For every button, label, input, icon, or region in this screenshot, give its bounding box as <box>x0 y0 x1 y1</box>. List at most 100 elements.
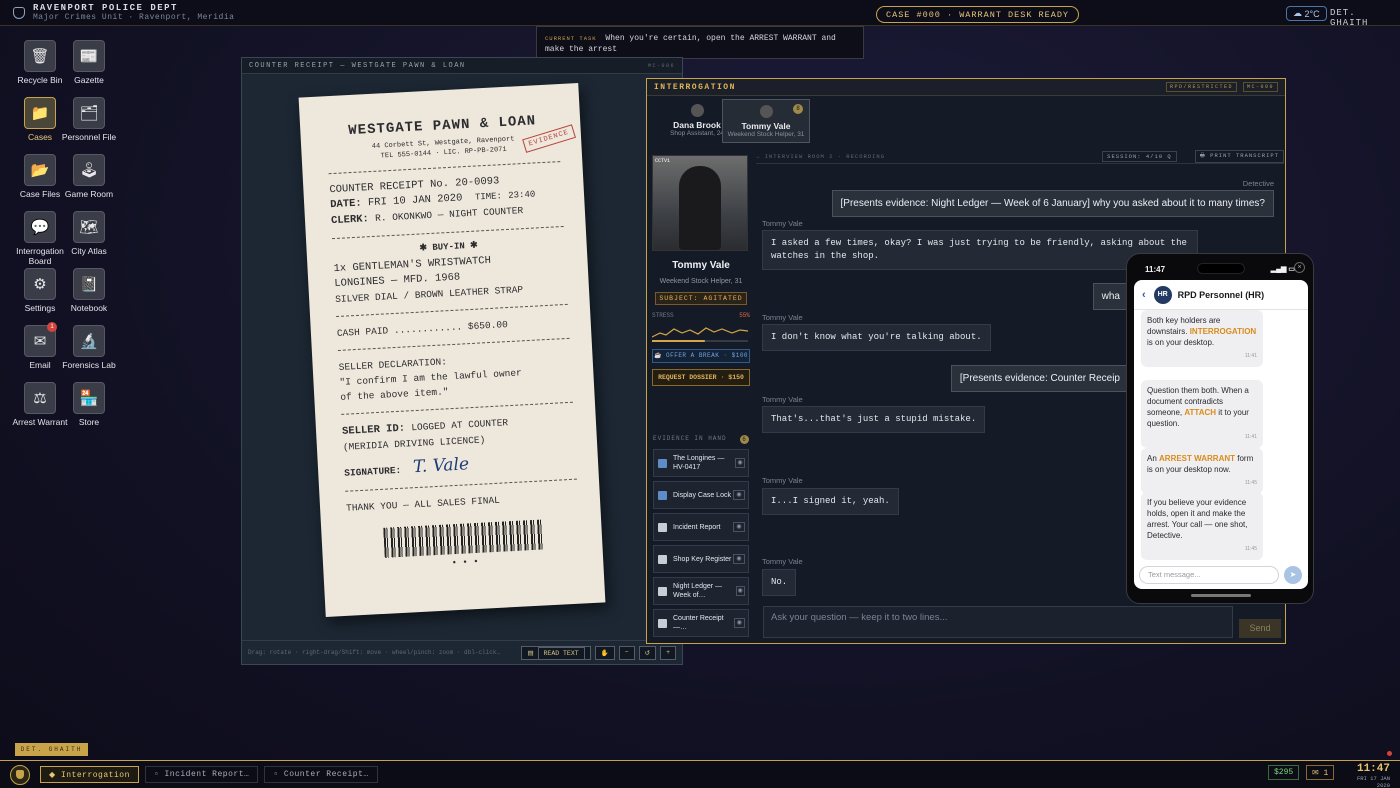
offer-break-button[interactable]: ☕ OFFER A BREAK · $100 <box>652 349 750 363</box>
session-counter: SESSION: 4/10 Q <box>1102 151 1177 162</box>
cloud-icon: ☁ <box>1293 8 1305 18</box>
clock-date: FRI 17 JAN 2020 <box>1356 775 1390 788</box>
signature: T. Vale <box>412 454 470 478</box>
taskbar-item[interactable]: ▫ Incident Report… <box>144 766 259 783</box>
eye-icon[interactable]: ◉ <box>733 490 745 500</box>
game-room-icon: 🕹 <box>73 154 105 186</box>
desktop-icon-store[interactable]: 🏪 Store <box>56 382 122 427</box>
document-icon <box>658 618 667 628</box>
evidence-item[interactable]: Counter Receipt —… ◉ <box>653 609 749 637</box>
detective-tag: DET. GHAITH <box>15 743 88 756</box>
receipt-code: MC-006 <box>647 62 675 69</box>
desktop-icon-notebook[interactable]: 📓 Notebook <box>56 268 122 313</box>
evidence-label: Incident Report <box>673 523 721 531</box>
current-task-banner: CURRENT TASK When you're certain, open t… <box>536 26 864 59</box>
case-files-icon: 📂 <box>24 154 56 186</box>
receipt-footer: Drag: rotate · right-drag/Shift: move · … <box>242 640 682 664</box>
print-transcript-button[interactable]: 🖶 PRINT TRANSCRIPT <box>1194 150 1284 163</box>
stress-line <box>652 327 748 338</box>
police-badge-icon <box>13 6 25 19</box>
phone-time: 11:47 <box>1145 264 1166 274</box>
desktop-icon-label: Store <box>78 417 100 427</box>
cctv-label: CCTV1 <box>655 158 671 164</box>
taskbar-item[interactable]: ◆ Interrogation <box>40 766 139 783</box>
receipt-viewer-window[interactable]: COUNTER RECEIPT — WESTGATE PAWN & LOAN M… <box>241 57 683 665</box>
back-chevron-icon[interactable]: ‹ <box>1142 289 1146 301</box>
detective-message: [Presents evidence: Night Ledger — Week … <box>831 190 1274 217</box>
avatar <box>690 104 704 117</box>
cube-icon <box>658 490 667 500</box>
taskbar-item[interactable]: ▫ Counter Receipt… <box>264 766 378 783</box>
desktop-icon-label: Game Room <box>64 189 114 199</box>
send-arrow-icon[interactable]: ➤ <box>1284 566 1302 584</box>
interrogation-board-icon: 💬 <box>24 211 56 243</box>
evidence-item[interactable]: Display Case Lock ◉ <box>653 481 749 509</box>
suspect-message: No. <box>762 569 797 596</box>
desktop-icon-label: Email <box>29 360 51 370</box>
evidence-label: Night Ledger — Week of… <box>673 583 723 599</box>
city-atlas-icon: 🗺 <box>73 211 105 243</box>
hand-tool-button[interactable]: ✋ <box>594 645 615 660</box>
recording-indicator <box>1387 751 1392 756</box>
desktop-icon-forensics-lab[interactable]: 🔬 Forensics Lab <box>56 325 122 370</box>
taskbar-items: ◆ Interrogation ▫ Incident Report… ▫ Count… <box>30 766 378 783</box>
gazette-icon: 📰 <box>73 40 105 72</box>
taskbar-clock: 11:47 FRI 17 JAN 2020 <box>1348 763 1390 788</box>
suspect-message: I...I signed it, yeah. <box>762 488 899 515</box>
recycle-bin-icon: 🗑 <box>24 40 56 72</box>
stress-bar-fill <box>652 340 705 342</box>
start-badge-button[interactable] <box>10 764 30 785</box>
eye-icon[interactable]: ◉ <box>733 554 745 564</box>
zoom-out-button[interactable]: − <box>618 645 635 660</box>
speaker-label: Tommy Vale <box>762 395 803 404</box>
close-icon[interactable]: × <box>1294 262 1305 273</box>
eye-icon[interactable]: ◉ <box>735 586 745 596</box>
desktop-icon-city-atlas[interactable]: 🗺 City Atlas <box>56 211 122 256</box>
restricted-badge: RPD/RESTRICTED <box>1165 82 1237 92</box>
evidence-item[interactable]: Incident Report ◉ <box>653 513 749 541</box>
receipt-signature-row: SIGNATURE: T. Vale <box>344 454 470 479</box>
message-time: 11:41 <box>1244 353 1257 359</box>
desktop-icon-label: Gazette <box>74 75 104 85</box>
speaker-label: Tommy Vale <box>762 557 803 566</box>
eye-icon[interactable]: ◉ <box>735 458 745 468</box>
reset-view-button[interactable]: ↺ <box>638 645 657 660</box>
suspect-message: That's...that's just a stupid mistake. <box>762 406 986 433</box>
subject-role: Weekend Stock Helper, 31 <box>659 278 743 285</box>
current-task-label: CURRENT TASK <box>545 35 597 42</box>
read-text-button[interactable]: ▤ READ TEXT <box>521 645 591 660</box>
evidence-item[interactable]: The Longines — HV-0417 ◉ <box>653 449 749 477</box>
request-dossier-button[interactable]: REQUEST DOSSIER · $150 <box>652 369 750 386</box>
question-input[interactable]: Ask your question — keep it to two lines… <box>763 606 1233 638</box>
desktop-icon-gazette[interactable]: 📰 Gazette <box>56 40 122 85</box>
phone-widget[interactable]: 11:47 ▂▄▆ ▭ × ‹ HR RPD Personnel (HR) Bo… <box>1126 253 1314 604</box>
detective-message: wha <box>1092 283 1129 310</box>
text-message-input[interactable]: Text message... <box>1139 566 1279 584</box>
zoom-in-button[interactable]: + <box>660 645 676 660</box>
interrogation-code: MC-000 <box>1242 82 1278 92</box>
notebook-icon: 📓 <box>73 268 105 300</box>
eye-icon[interactable]: ◉ <box>733 522 745 532</box>
stress-label: STRESS <box>652 312 674 319</box>
desktop-icon-label: City Atlas <box>71 246 107 256</box>
suspect-tab-tommy-vale[interactable]: Tommy Vale Weekend Stock Helper, 31 8 <box>722 99 810 143</box>
receipt-titlebar[interactable]: COUNTER RECEIPT — WESTGATE PAWN & LOAN M… <box>242 58 682 74</box>
hr-message: Both key holders are downstairs. INTERRO… <box>1141 310 1263 367</box>
contact-name: RPD Personnel (HR) <box>1177 289 1265 300</box>
receipt-paper[interactable]: WESTGATE PAWN & LOAN EVIDENCE 44 Corbett… <box>298 83 606 617</box>
eye-icon[interactable]: ◉ <box>733 618 745 628</box>
case-status-pill[interactable]: CASE #000 · WARRANT DESK READY <box>876 6 1080 23</box>
detective-name[interactable]: DET. GHAITH <box>1330 8 1400 28</box>
evidence-item[interactable]: Night Ledger — Week of… ◉ <box>653 577 749 605</box>
mail-counter[interactable]: ✉ 1 <box>1306 765 1335 780</box>
desktop-icon-label: Forensics Lab <box>62 360 116 370</box>
desktop-icon-game-room[interactable]: 🕹 Game Room <box>56 154 122 199</box>
receipt-hint: Drag: rotate · right-drag/Shift: move · … <box>248 649 501 656</box>
interrogation-titlebar[interactable]: INTERROGATION RPD/RESTRICTED MC-000 <box>647 79 1285 96</box>
evidence-item[interactable]: Shop Key Register ◉ <box>653 545 749 573</box>
send-button[interactable]: Send <box>1239 619 1281 638</box>
money-counter[interactable]: $295 <box>1268 765 1300 780</box>
desktop-icon-personnel-file[interactable]: 🗂 Personnel File <box>56 97 122 142</box>
document-icon <box>658 554 667 564</box>
message-time: 11:41 <box>1244 434 1257 440</box>
